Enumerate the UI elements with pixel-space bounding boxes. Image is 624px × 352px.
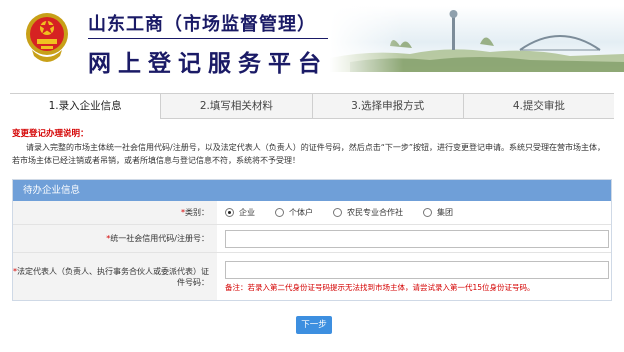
id-number-label-text: 法定代表人（负责人、执行事务合伙人或委派代表）证件号码：	[17, 266, 209, 287]
radio-enterprise[interactable]: 企业	[225, 207, 255, 218]
national-emblem-icon	[26, 13, 68, 62]
tab-step-2[interactable]: 2.填写相关材料	[160, 94, 311, 118]
radio-group[interactable]: 集团	[423, 207, 453, 218]
notice-title: 变更登记办理说明：	[12, 129, 89, 139]
site-header: 山东工商（市场监督管理） 网上登记服务平台	[0, 0, 624, 84]
radio-group-label: 集团	[437, 208, 453, 217]
radio-selected-icon[interactable]	[225, 208, 234, 217]
id-number-hint: 备注：若录入第二代身份证号码提示无法找到市场主体，请尝试录入第一代15位身份证号…	[225, 282, 535, 292]
tab-step-1[interactable]: 1.录入企业信息	[10, 94, 161, 120]
tab-step-3[interactable]: 3.选择申报方式	[311, 94, 463, 118]
radio-unselected-icon[interactable]	[423, 208, 432, 217]
radio-cooperative-label: 农民专业合作社	[347, 208, 403, 217]
next-step-button[interactable]: 下一步	[296, 316, 332, 334]
credit-code-row: * 统一社会信用代码/注册号：	[13, 225, 611, 253]
scenery-banner-image	[330, 6, 624, 72]
credit-code-cell	[217, 225, 611, 252]
title-divider	[88, 38, 328, 39]
id-number-input[interactable]	[225, 260, 609, 279]
tab-step-4[interactable]: 4.提交审批	[462, 94, 614, 118]
radio-unselected-icon[interactable]	[275, 208, 284, 217]
radio-individual-label: 个体户	[289, 208, 313, 217]
step-tabs: 1.录入企业信息 2.填写相关材料 3.选择申报方式 4.提交审批	[10, 93, 614, 120]
instructions-notice: 变更登记办理说明： 请录入完整的市场主体统一社会信用代码/注册号，以及法定代表人…	[12, 128, 612, 167]
notice-body: 请录入完整的市场主体统一社会信用代码/注册号，以及法定代表人（负责人）的证件号码…	[12, 143, 605, 165]
radio-cooperative[interactable]: 农民专业合作社	[333, 207, 403, 218]
pending-company-panel: 待办企业信息 * 类别： 企业 个体户 农民专业合作社 集团 * 统一社会信用代…	[12, 179, 612, 301]
credit-code-label: * 统一社会信用代码/注册号：	[13, 225, 217, 252]
type-label-text: 类别：	[185, 208, 209, 217]
radio-enterprise-label: 企业	[239, 208, 255, 217]
type-row: * 类别： 企业 个体户 农民专业合作社 集团	[13, 201, 611, 225]
site-subtitle: 网上登记服务平台	[88, 50, 328, 77]
radio-individual[interactable]: 个体户	[275, 207, 313, 218]
radio-unselected-icon[interactable]	[333, 208, 342, 217]
id-number-cell: 备注：若录入第二代身份证号码提示无法找到市场主体，请尝试录入第一代15位身份证号…	[217, 253, 611, 300]
type-options: 企业 个体户 农民专业合作社 集团	[217, 201, 611, 224]
credit-code-label-text: 统一社会信用代码/注册号：	[110, 234, 209, 243]
credit-code-input[interactable]	[225, 229, 609, 248]
type-label: * 类别：	[13, 201, 217, 224]
id-number-label: *法定代表人（负责人、执行事务合伙人或委派代表）证件号码：	[13, 253, 217, 300]
panel-title: 待办企业信息	[13, 180, 611, 201]
site-title: 山东工商（市场监督管理）	[88, 14, 316, 35]
id-number-row: *法定代表人（负责人、执行事务合伙人或委派代表）证件号码： 备注：若录入第二代身…	[13, 253, 611, 300]
